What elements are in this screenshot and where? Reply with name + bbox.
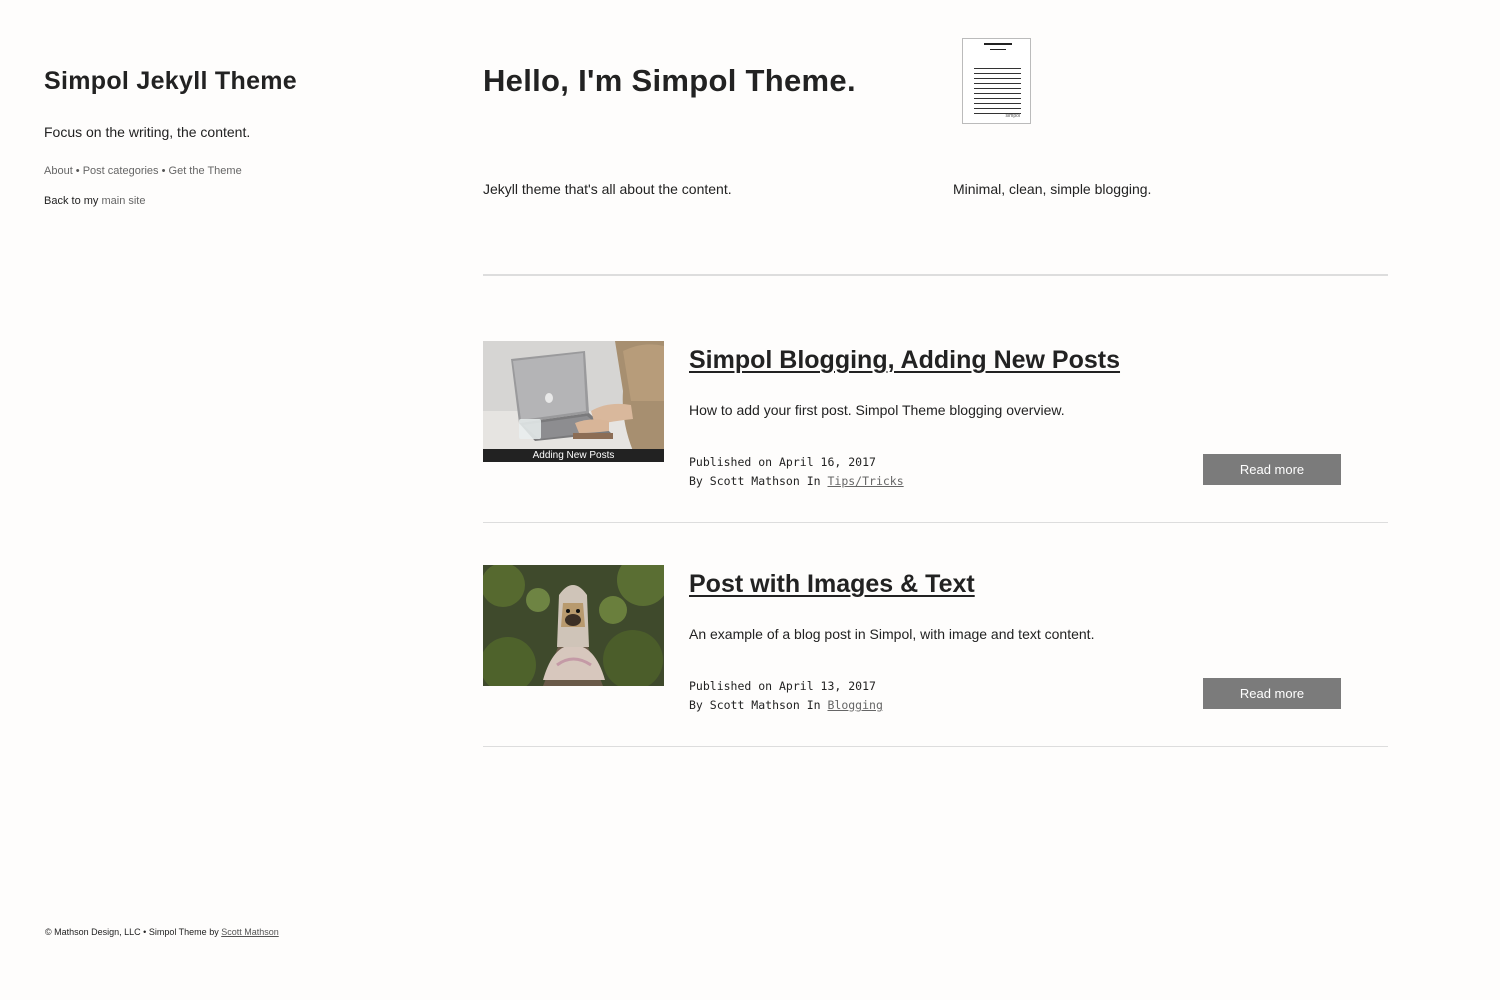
post-title-link[interactable]: Simpol Blogging, Adding New Posts — [689, 343, 1120, 377]
post-description: How to add your first post. Simpol Theme… — [689, 402, 1065, 418]
post-description: An example of a blog post in Simpol, wit… — [689, 626, 1095, 642]
footer-copyright: © Mathson Design, LLC • Simpol Theme by — [45, 927, 222, 937]
hero-title: Hello, I'm Simpol Theme. — [483, 63, 856, 98]
post-divider — [483, 522, 1388, 523]
nav-link-get-theme[interactable]: Get the Theme — [169, 165, 242, 177]
back-to-main: Back to my main site — [44, 193, 424, 209]
section-divider — [483, 274, 1388, 276]
nav-link-about[interactable]: About — [44, 165, 73, 177]
post-divider — [483, 746, 1388, 747]
post-meta: Published on April 13, 2017 By Scott Mat… — [689, 677, 883, 715]
logo-wordmark: simpol — [1005, 113, 1020, 119]
read-more-button[interactable]: Read more — [1203, 454, 1341, 485]
post-title-link[interactable]: Post with Images & Text — [689, 567, 975, 601]
site-title[interactable]: Simpol Jekyll Theme — [44, 62, 424, 100]
hero-text-left: Jekyll theme that's all about the conten… — [483, 181, 732, 197]
post-byline: By Scott Mathson In Tips/Tricks — [689, 472, 904, 491]
page: Simpol Jekyll Theme Focus on the writing… — [0, 0, 1500, 1000]
post-thumbnail-pug[interactable] — [483, 565, 664, 686]
simpol-logo: simpol — [962, 38, 1031, 124]
sidebar-nav: About • Post categories • Get the Theme — [44, 163, 424, 179]
thumbnail-caption: Adding New Posts — [483, 449, 664, 462]
read-more-button[interactable]: Read more — [1203, 678, 1341, 709]
footer-author-link[interactable]: Scott Mathson — [221, 927, 279, 937]
site-tagline: Focus on the writing, the content. — [44, 124, 251, 140]
footer: © Mathson Design, LLC • Simpol Theme by … — [45, 927, 279, 937]
hero-text-right: Minimal, clean, simple blogging. — [953, 181, 1152, 197]
post-author: By Scott Mathson In — [689, 698, 828, 712]
nav-separator: • — [72, 165, 83, 177]
post-published-date: Published on April 16, 2017 — [689, 455, 876, 469]
post-item: Adding New Posts Simpol Blogging, Adding… — [483, 341, 1388, 491]
back-prefix: Back to my — [44, 195, 102, 207]
post-published-date: Published on April 13, 2017 — [689, 679, 876, 693]
sidebar: Simpol Jekyll Theme Focus on the writing… — [44, 62, 424, 209]
post-category-link[interactable]: Blogging — [827, 698, 882, 712]
post-author: By Scott Mathson In — [689, 474, 828, 488]
post-byline: By Scott Mathson In Blogging — [689, 696, 883, 715]
post-meta: Published on April 16, 2017 By Scott Mat… — [689, 453, 904, 491]
post-item: Post with Images & Text An example of a … — [483, 565, 1388, 715]
main-site-link[interactable]: main site — [101, 195, 145, 207]
post-category-link[interactable]: Tips/Tricks — [827, 474, 903, 488]
nav-link-post-categories[interactable]: Post categories — [83, 165, 159, 177]
post-thumbnail-laptop[interactable]: Adding New Posts — [483, 341, 664, 462]
nav-separator: • — [158, 165, 169, 177]
